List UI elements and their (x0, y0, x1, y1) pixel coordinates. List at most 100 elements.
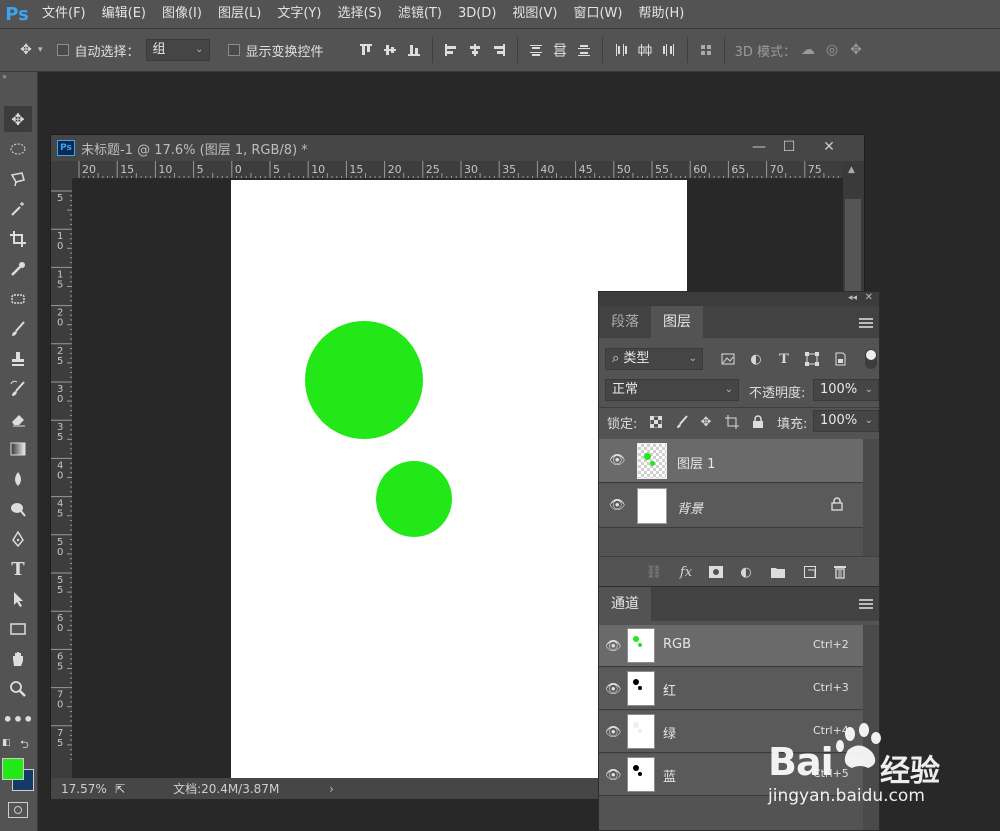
clone-stamp-tool-icon[interactable] (4, 346, 32, 372)
new-layer-icon[interactable] (801, 563, 819, 581)
auto-select-checkbox[interactable] (56, 44, 69, 56)
marquee-tool-icon[interactable] (4, 136, 32, 162)
menu-file[interactable]: 文件(F) (34, 0, 94, 28)
rotate-3d-icon[interactable]: ◎ (820, 38, 844, 62)
menu-window[interactable]: 窗口(W) (565, 0, 630, 28)
trash-icon[interactable] (831, 563, 849, 581)
layer-row[interactable]: 👁 图层 1 (599, 439, 863, 483)
large-green-circle[interactable] (305, 321, 423, 439)
folder-icon[interactable] (769, 563, 787, 581)
horizontal-ruler[interactable]: 20 15 10 5 0 5 10 15 20 25 30 35 40 45 50 55 60 65 70 75 (73, 161, 843, 179)
eye-icon[interactable]: 👁 (605, 639, 622, 654)
hand-tool-icon[interactable] (4, 646, 32, 672)
distribute-vcenter-icon[interactable] (548, 38, 572, 62)
align-right-icon[interactable] (487, 38, 511, 62)
ruler-origin[interactable] (51, 161, 73, 179)
type-tool-icon[interactable]: T (4, 556, 32, 582)
align-left-icon[interactable] (439, 38, 463, 62)
close-icon[interactable]: ✕ (815, 137, 843, 157)
lasso-tool-icon[interactable] (4, 166, 32, 192)
layer-filter-dropdown[interactable]: ⌕ 类型 ⌄ (605, 348, 703, 370)
pen-tool-icon[interactable] (4, 526, 32, 552)
menu-type[interactable]: 文字(Y) (269, 0, 329, 28)
zoom-tool-icon[interactable] (4, 676, 32, 702)
minimize-icon[interactable]: — (745, 137, 773, 157)
small-green-circle[interactable] (376, 461, 452, 537)
channel-row[interactable]: 👁 红 Ctrl+3 (599, 668, 863, 710)
document-tab[interactable]: Ps 未标题-1 @ 17.6% (图层 1, RGB/8) * — ☐ ✕ (51, 135, 864, 161)
export-icon[interactable]: ⇱ (115, 782, 125, 796)
link-layers-icon[interactable]: ⛓ (645, 563, 663, 581)
vertical-ruler[interactable]: 51015202530354045505560657075 (51, 179, 73, 779)
eyedropper-tool-icon[interactable] (4, 256, 32, 282)
zoom-level[interactable]: 17.57% (61, 782, 107, 796)
quick-mask-icon[interactable] (8, 802, 28, 818)
menu-filter[interactable]: 滤镜(T) (390, 0, 450, 28)
default-colors-icon[interactable]: ◧ (2, 738, 11, 748)
layer-name[interactable]: 图层 1 (677, 453, 715, 472)
menu-3d[interactable]: 3D(D) (450, 0, 504, 28)
crop-tool-icon[interactable] (4, 226, 32, 252)
menu-layer[interactable]: 图层(L) (210, 0, 269, 28)
panel-menu-icon[interactable] (859, 318, 873, 328)
filter-smart-object-icon[interactable] (831, 350, 849, 368)
eye-icon[interactable]: 👁 (609, 498, 626, 513)
chevron-right-icon[interactable]: › (329, 782, 334, 796)
lock-icon[interactable] (831, 497, 843, 514)
more-tools-icon[interactable]: ••• (3, 706, 34, 732)
tab-layers[interactable]: 图层 (651, 306, 703, 338)
align-top-icon[interactable] (354, 38, 378, 62)
lock-artboard-icon[interactable] (723, 413, 741, 431)
foreground-color-swatch[interactable] (2, 758, 24, 780)
menu-view[interactable]: 视图(V) (504, 0, 565, 28)
layer-row[interactable]: 👁 背景 (599, 484, 863, 528)
scroll-up-icon[interactable]: ▲ (848, 165, 855, 175)
magic-wand-tool-icon[interactable] (4, 196, 32, 222)
lock-transparency-icon[interactable] (647, 413, 665, 431)
eraser-tool-icon[interactable] (4, 406, 32, 432)
collapse-panel-icon[interactable]: ◂◂ (848, 293, 857, 303)
opacity-input[interactable]: 100% ⌄ (813, 379, 879, 401)
filter-toggle[interactable] (865, 349, 877, 369)
menu-edit[interactable]: 编辑(E) (94, 0, 154, 28)
document-size[interactable]: 文档:20.4M/3.87M (173, 780, 323, 797)
filter-type-icon[interactable]: T (775, 350, 793, 368)
lock-pixels-icon[interactable] (673, 413, 691, 431)
distribute-left-icon[interactable] (609, 38, 633, 62)
eye-icon[interactable]: 👁 (609, 453, 626, 468)
tab-channels[interactable]: 通道 (599, 587, 651, 621)
eye-icon[interactable]: 👁 (605, 768, 622, 783)
blur-tool-icon[interactable] (4, 466, 32, 492)
distribute-right-icon[interactable] (657, 38, 681, 62)
chevron-down-icon[interactable]: ▾ (38, 45, 43, 55)
pan-3d-icon[interactable]: ✥ (844, 38, 868, 62)
rectangle-tool-icon[interactable] (4, 616, 32, 642)
collapse-icon[interactable]: » (2, 72, 36, 82)
close-panel-icon[interactable]: ✕ (865, 292, 873, 303)
gradient-tool-icon[interactable] (4, 436, 32, 462)
path-selection-tool-icon[interactable] (4, 586, 32, 612)
align-vcenter-icon[interactable] (378, 38, 402, 62)
menu-select[interactable]: 选择(S) (329, 0, 389, 28)
eye-icon[interactable]: 👁 (605, 725, 622, 740)
lock-all-icon[interactable] (749, 413, 767, 431)
orbit-3d-icon[interactable]: ☁ (796, 38, 820, 62)
maximize-icon[interactable]: ☐ (775, 137, 803, 157)
move-tool-icon[interactable]: ✥ (4, 106, 32, 132)
brush-tool-icon[interactable] (4, 316, 32, 342)
layers-scrollbar[interactable] (863, 439, 879, 557)
healing-brush-tool-icon[interactable] (4, 286, 32, 312)
auto-align-icon[interactable] (694, 38, 718, 62)
add-mask-icon[interactable] (707, 563, 725, 581)
blend-mode-dropdown[interactable]: 正常 ⌄ (605, 379, 739, 401)
align-bottom-icon[interactable] (402, 38, 426, 62)
channel-row[interactable]: 👁 RGB Ctrl+2 (599, 625, 863, 667)
distribute-hcenter-icon[interactable] (633, 38, 657, 62)
lock-position-icon[interactable]: ✥ (697, 413, 715, 431)
swap-colors-icon[interactable]: ⮌ (20, 736, 29, 755)
distribute-bottom-icon[interactable] (572, 38, 596, 62)
align-hcenter-icon[interactable] (463, 38, 487, 62)
distribute-top-icon[interactable] (524, 38, 548, 62)
history-brush-tool-icon[interactable] (4, 376, 32, 402)
filter-adjustment-icon[interactable]: ◐ (747, 350, 765, 368)
